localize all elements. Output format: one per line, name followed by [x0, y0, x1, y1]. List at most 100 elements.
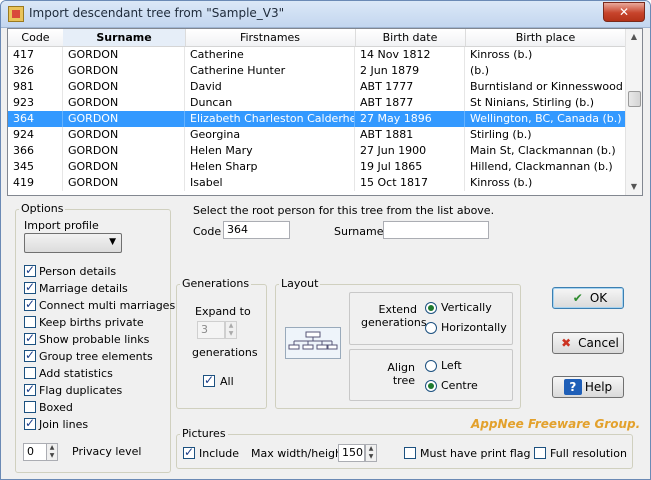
table-row[interactable]: 326 GORDON Catherine Hunter 2 Jun 1879 (b.): [8, 63, 626, 79]
column-header-birth-date[interactable]: Birth date: [355, 29, 466, 46]
table-row[interactable]: 419 GORDON Isabel 15 Oct 1817 Kinross (b.): [8, 175, 626, 191]
must-have-print-flag-checkbox[interactable]: [404, 447, 416, 459]
table-row[interactable]: 345 GORDON Helen Sharp 19 Jul 1865 Hillend, …: [8, 159, 626, 175]
option-checkbox[interactable]: [24, 263, 36, 277]
spin-down-icon[interactable]: ▼: [47, 452, 57, 460]
column-header-firstnames[interactable]: Firstnames: [185, 29, 356, 46]
option-checkbox-label: Person details: [39, 265, 117, 278]
table-cell: Kinross (b.): [465, 175, 626, 191]
generations-title: Generations: [180, 277, 252, 290]
max-width-height-spinner[interactable]: ▲ ▼: [365, 444, 377, 462]
vertically-radio[interactable]: [425, 302, 437, 314]
extend-generations-label: Extend generations: [361, 303, 427, 329]
help-button[interactable]: ? Help: [552, 376, 624, 398]
table-cell: 981: [8, 79, 63, 95]
table-cell: 27 Jun 1900: [355, 143, 465, 159]
table-cell: 364: [8, 111, 63, 127]
help-icon: ?: [563, 379, 582, 395]
option-checkbox[interactable]: [24, 297, 36, 311]
table-row[interactable]: 364 GORDON Elizabeth Charleston Calderhead…: [8, 111, 626, 127]
table-cell: Georgina: [185, 127, 355, 143]
table-cell: Isabel: [185, 175, 355, 191]
table-cell: 14 Nov 1812: [355, 47, 465, 63]
column-header-birth-place[interactable]: Birth place: [465, 29, 627, 46]
help-label: Help: [584, 380, 613, 394]
option-checkbox[interactable]: [24, 348, 36, 362]
chevron-down-icon: ▼: [109, 237, 116, 247]
app-icon: [8, 6, 24, 22]
all-generations-checkbox[interactable]: [203, 373, 215, 387]
table-cell: ABT 1877: [355, 95, 465, 111]
option-checkbox[interactable]: [24, 280, 36, 294]
table-row[interactable]: 417 GORDON Catherine 14 Nov 1812 Kinross (b.…: [8, 47, 626, 63]
person-list[interactable]: Code Surname Firstnames Birth date Birth…: [7, 28, 643, 196]
table-cell: 19 Jul 1865: [355, 159, 465, 175]
table-row[interactable]: 366 GORDON Helen Mary 27 Jun 1900 Main St, C…: [8, 143, 626, 159]
scroll-up-icon[interactable]: ▲: [626, 29, 642, 45]
table-cell: GORDON: [63, 63, 185, 79]
option-checkbox-label: Add statistics: [39, 367, 113, 380]
titlebar[interactable]: Import descendant tree from "Sample_V3" …: [1, 1, 650, 28]
table-row[interactable]: 923 GORDON Duncan ABT 1877 St Ninians, Stirl…: [8, 95, 626, 111]
privacy-level-input[interactable]: 0: [23, 443, 47, 461]
expand-to-label: Expand to: [195, 305, 251, 318]
expand-to-spinner[interactable]: ▲ ▼: [225, 321, 237, 339]
option-checkbox-label: Show probable links: [39, 333, 150, 346]
close-button[interactable]: ✕: [603, 2, 645, 22]
table-cell: Wellington, BC, Canada (b.): [465, 111, 626, 127]
import-profile-select[interactable]: ▼: [24, 233, 122, 253]
table-cell: 924: [8, 127, 63, 143]
option-checkbox-label: Keep births private: [39, 316, 144, 329]
table-cell: 419: [8, 175, 63, 191]
table-row[interactable]: 981 GORDON David ABT 1777 Burntisland or Kin…: [8, 79, 626, 95]
cancel-button[interactable]: ✖ Cancel: [552, 332, 624, 354]
option-checkbox[interactable]: [24, 382, 36, 396]
cancel-x-icon: ✖: [561, 336, 572, 350]
scroll-thumb[interactable]: [628, 91, 641, 107]
scroll-down-icon[interactable]: ▼: [626, 179, 642, 195]
align-left-radio[interactable]: [425, 360, 437, 372]
option-checkbox[interactable]: [24, 416, 36, 430]
checkmark-icon: ✔: [572, 291, 583, 305]
spin-up-icon[interactable]: ▲: [226, 322, 236, 330]
horizontally-radio[interactable]: [425, 322, 437, 334]
spin-up-icon[interactable]: ▲: [47, 444, 57, 452]
generations-label: generations: [192, 346, 258, 359]
table-cell: 27 May 1896: [355, 111, 465, 127]
surname-label: Surname: [334, 225, 384, 238]
align-left-label: Left: [441, 359, 462, 372]
option-checkbox-label: Group tree elements: [39, 350, 153, 363]
option-checkbox[interactable]: [24, 331, 36, 345]
ok-button[interactable]: ✔ OK: [552, 287, 624, 309]
options-title: Options: [19, 202, 66, 215]
option-checkbox[interactable]: [24, 367, 36, 379]
code-input[interactable]: 364: [223, 221, 290, 239]
window-title: Import descendant tree from "Sample_V3": [29, 6, 285, 20]
spin-up-icon[interactable]: ▲: [366, 445, 376, 453]
spin-down-icon[interactable]: ▼: [226, 330, 236, 338]
include-pictures-label: Include: [199, 447, 240, 460]
option-checkbox-label: Flag duplicates: [39, 384, 123, 397]
align-tree-label: Align tree: [387, 361, 415, 387]
column-header-surname[interactable]: Surname: [63, 29, 186, 46]
spin-down-icon[interactable]: ▼: [366, 453, 376, 461]
all-generations-label: All: [220, 375, 234, 388]
align-centre-radio[interactable]: [425, 380, 437, 392]
surname-input[interactable]: [383, 221, 489, 239]
privacy-level-spinner[interactable]: ▲ ▼: [46, 443, 58, 461]
cancel-label: Cancel: [578, 336, 619, 350]
include-pictures-checkbox[interactable]: [183, 445, 195, 459]
table-cell: GORDON: [63, 175, 185, 191]
option-checkbox[interactable]: [24, 401, 36, 413]
table-row[interactable]: 924 GORDON Georgina ABT 1881 Stirling (b.): [8, 127, 626, 143]
list-scrollbar[interactable]: ▲ ▼: [625, 29, 642, 195]
ok-label: OK: [589, 291, 608, 305]
option-checkbox[interactable]: [24, 316, 36, 328]
max-width-height-input[interactable]: 150: [338, 444, 365, 462]
expand-to-input[interactable]: 3: [197, 321, 225, 339]
option-checkbox-label: Join lines: [39, 418, 89, 431]
column-header-code[interactable]: Code: [8, 29, 64, 46]
full-resolution-checkbox[interactable]: [534, 447, 546, 459]
table-cell: Duncan: [185, 95, 355, 111]
table-cell: Catherine Hunter: [185, 63, 355, 79]
